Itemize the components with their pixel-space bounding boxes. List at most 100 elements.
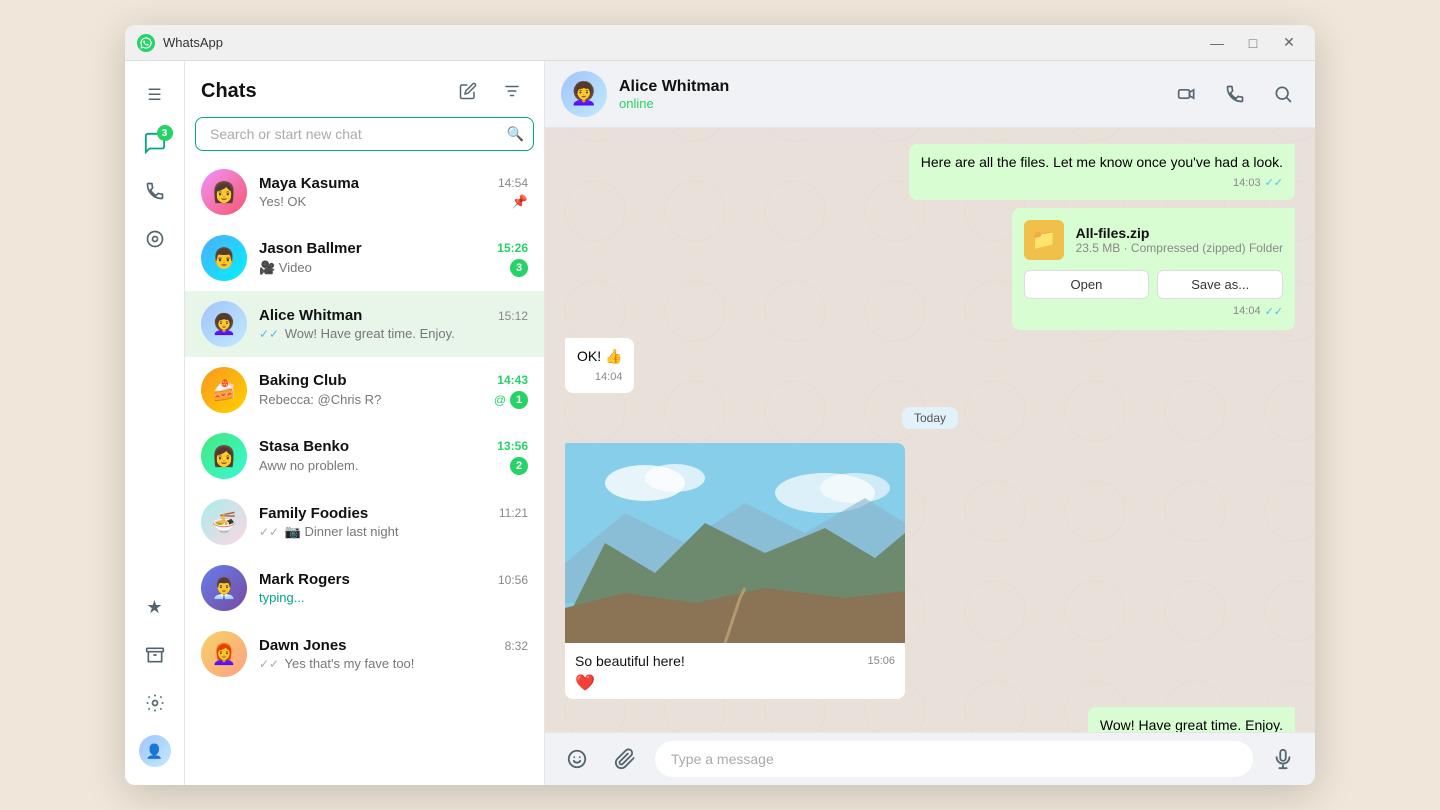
nav-status[interactable]	[133, 217, 177, 261]
close-button[interactable]: ✕	[1275, 29, 1303, 57]
nav-archived[interactable]	[133, 633, 177, 677]
message-row-3: OK! 👍 14:04	[565, 338, 1295, 394]
attach-button[interactable]	[607, 741, 643, 777]
open-file-button[interactable]: Open	[1024, 270, 1150, 299]
maximize-button[interactable]: □	[1239, 29, 1267, 57]
unread-badge-baking: 1	[510, 391, 528, 409]
new-chat-button[interactable]	[452, 75, 484, 107]
emoji-button[interactable]	[559, 741, 595, 777]
microphone-button[interactable]	[1265, 741, 1301, 777]
filter-icon	[503, 82, 521, 100]
chat-preview-alice: ✓✓ Wow! Have great time. Enjoy.	[259, 326, 528, 341]
chat-item-baking[interactable]: 🍰 Baking Club 14:43 Rebecca: @Chris R? @…	[185, 357, 544, 423]
image-bubble: So beautiful here! 15:06 ❤️	[565, 443, 905, 699]
chat-preview-jason: 🎥 Video	[259, 260, 504, 276]
filter-button[interactable]	[496, 75, 528, 107]
mention-icon: @	[494, 393, 506, 407]
chat-area: 👩‍🦱 Alice Whitman online	[545, 61, 1315, 785]
avatar-mark: 👨‍💼	[201, 565, 247, 611]
nav-menu[interactable]: ☰	[133, 73, 177, 117]
nav-chats[interactable]: 3	[133, 121, 177, 165]
avatar-baking: 🍰	[201, 367, 247, 413]
search-chat-icon	[1273, 84, 1293, 104]
search-chat-button[interactable]	[1267, 78, 1299, 110]
chat-avatar[interactable]: 👩‍🦱	[561, 71, 607, 117]
whatsapp-logo	[137, 34, 155, 52]
chat-time-family: 11:21	[499, 506, 528, 520]
message-text-3: OK! 👍	[577, 348, 622, 364]
nav-starred[interactable]: ★	[133, 585, 177, 629]
avatar-jason: 👨	[201, 235, 247, 281]
chat-list-panel: Chats 🔍	[185, 61, 545, 785]
chat-name-family: Family Foodies	[259, 505, 368, 522]
chat-time-baking: 14:43	[497, 373, 528, 387]
chat-item-mark[interactable]: 👨‍💼 Mark Rogers 10:56 typing...	[185, 555, 544, 621]
avatar-alice: 👩‍🦱	[201, 301, 247, 347]
message-row-2: 📁 All-files.zip 23.5 MB · Compressed (zi…	[565, 208, 1295, 330]
chat-header-info: Alice Whitman online	[619, 78, 1159, 111]
chat-item-stasa[interactable]: 👩 Stasa Benko 13:56 Aww no problem. 2	[185, 423, 544, 489]
save-file-button[interactable]: Save as...	[1157, 270, 1283, 299]
chat-time-alice: 15:12	[498, 309, 528, 323]
voice-call-button[interactable]	[1219, 78, 1251, 110]
nav-settings[interactable]	[133, 681, 177, 725]
message-row-5: Wow! Have great time. Enjoy. 15:12 ✓✓	[565, 707, 1295, 732]
file-actions: Open Save as...	[1024, 270, 1283, 299]
file-bubble: 📁 All-files.zip 23.5 MB · Compressed (zi…	[1012, 208, 1295, 330]
chat-item-dawn[interactable]: 👩‍🦰 Dawn Jones 8:32 ✓✓ Yes that's my fav…	[185, 621, 544, 687]
chat-name-stasa: Stasa Benko	[259, 438, 349, 455]
image-content	[565, 443, 905, 643]
message-text-1: Here are all the files. Let me know once…	[921, 154, 1283, 170]
minimize-button[interactable]: —	[1203, 29, 1231, 57]
chat-info-maya: Maya Kasuma 14:54 Yes! OK 📌	[259, 175, 528, 210]
chat-item-maya[interactable]: 👩 Maya Kasuma 14:54 Yes! OK 📌	[185, 159, 544, 225]
message-check-1: ✓✓	[1265, 175, 1283, 192]
new-chat-icon	[459, 82, 477, 100]
avatar-family: 🍜	[201, 499, 247, 545]
chat-list-header-icons	[452, 75, 528, 107]
image-time: 15:06	[867, 655, 895, 667]
unread-badge-jason: 3	[510, 259, 528, 277]
file-check: ✓✓	[1265, 305, 1283, 318]
message-bubble-3: OK! 👍 14:04	[565, 338, 634, 394]
nav-calls[interactable]	[133, 169, 177, 213]
chat-name-baking: Baking Club	[259, 372, 347, 389]
chat-preview-maya: Yes! OK	[259, 194, 506, 209]
chat-preview-family: ✓✓ 📷 Dinner last night	[259, 524, 528, 540]
file-time: 14:04	[1233, 305, 1261, 317]
chat-item-alice[interactable]: 👩‍🦱 Alice Whitman 15:12 ✓✓ Wow! Have gre…	[185, 291, 544, 357]
nav-rail: ☰ 3 ★	[125, 61, 185, 785]
file-info: All-files.zip 23.5 MB · Compressed (zipp…	[1076, 225, 1283, 255]
chat-info-jason: Jason Ballmer 15:26 🎥 Video 3	[259, 240, 528, 277]
chat-item-jason[interactable]: 👨 Jason Ballmer 15:26 🎥 Video 3	[185, 225, 544, 291]
app-window: WhatsApp — □ ✕ ☰ 3	[125, 25, 1315, 785]
title-bar: WhatsApp — □ ✕	[125, 25, 1315, 61]
chat-item-family[interactable]: 🍜 Family Foodies 11:21 ✓✓ 📷 Dinner last …	[185, 489, 544, 555]
window-controls: — □ ✕	[1203, 29, 1303, 57]
avatar-stasa: 👩	[201, 433, 247, 479]
chat-time-dawn: 8:32	[505, 639, 528, 653]
voice-call-icon	[1225, 84, 1245, 104]
date-divider-text: Today	[902, 407, 958, 429]
video-call-icon	[1177, 84, 1197, 104]
chat-info-alice: Alice Whitman 15:12 ✓✓ Wow! Have great t…	[259, 307, 528, 341]
nav-profile[interactable]: 👤	[133, 729, 177, 773]
emoji-icon	[566, 748, 588, 770]
double-check-dawn: ✓✓	[259, 657, 279, 671]
avatar-dawn: 👩‍🦰	[201, 631, 247, 677]
search-input[interactable]	[195, 117, 534, 151]
profile-avatar: 👤	[139, 735, 171, 767]
video-call-button[interactable]	[1171, 78, 1203, 110]
contact-name: Alice Whitman	[619, 78, 1159, 96]
app-body: ☰ 3 ★	[125, 61, 1315, 785]
chat-time-maya: 14:54	[498, 176, 528, 190]
status-icon	[145, 229, 165, 249]
message-bubble-1: Here are all the files. Let me know once…	[909, 144, 1295, 200]
file-size: 23.5 MB · Compressed (zipped) Folder	[1076, 241, 1283, 255]
star-icon: ★	[146, 597, 162, 618]
chat-name-alice: Alice Whitman	[259, 307, 362, 324]
image-caption: So beautiful here! 15:06 ❤️	[565, 643, 905, 699]
app-title: WhatsApp	[163, 35, 1203, 50]
message-input[interactable]	[655, 741, 1253, 777]
unread-badge-stasa: 2	[510, 457, 528, 475]
